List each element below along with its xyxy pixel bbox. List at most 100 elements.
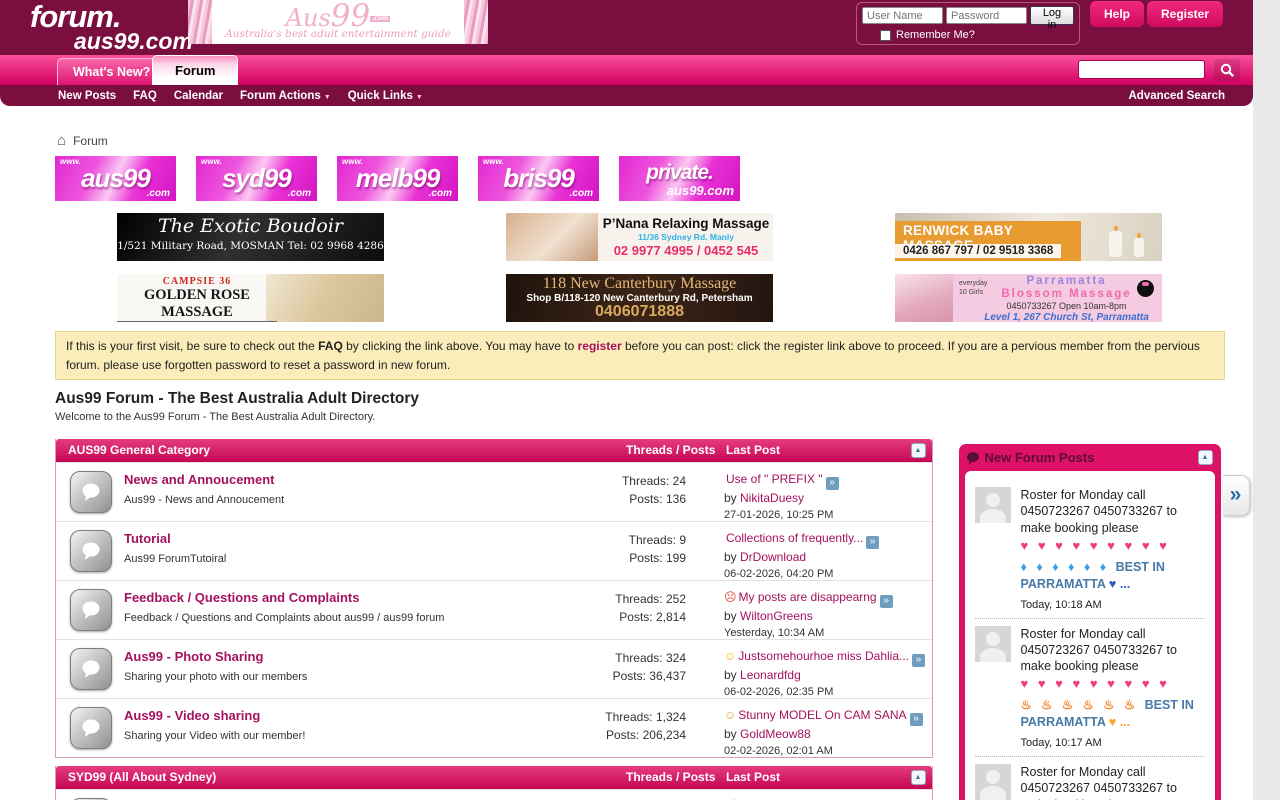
candle-graphic [1109, 231, 1122, 257]
register-button[interactable]: Register [1147, 1, 1223, 27]
faq-link[interactable]: FAQ [318, 339, 343, 353]
post-title-link[interactable]: Roster for Monday call 0450723267 045073… [1021, 764, 1205, 800]
ad-row-1: The Exotic Boudoir 1/521 Military Road, … [117, 213, 1253, 261]
goto-last-post-icon[interactable]: » [826, 477, 839, 490]
breadcrumb-forum-link[interactable]: Forum [73, 134, 108, 148]
collapse-category-button[interactable]: ▲ [911, 443, 926, 458]
nav-faq[interactable]: FAQ [133, 90, 157, 102]
last-post-title-link[interactable]: Justsomehourhoe miss Dahlia... [738, 649, 909, 663]
ad-golden-rose-massage[interactable]: CAMPSIE 36 GOLDEN ROSE MASSAGE 36 NORTH … [117, 274, 384, 322]
header-banner-ad[interactable]: Aus99.com Australia's best adult enterta… [188, 0, 488, 44]
login-button[interactable]: Log in [1030, 6, 1074, 25]
forum-link[interactable]: News and Annoucement [124, 472, 274, 487]
collapse-category-button[interactable]: ▲ [911, 770, 926, 785]
last-post-user-link[interactable]: DrDownload [740, 550, 806, 564]
last-post-title-link[interactable]: My posts are disappearng [739, 590, 877, 604]
forum-description: Sharing your Video with our member! [124, 730, 554, 742]
forum-link[interactable]: Aus99 - Photo Sharing [124, 649, 263, 664]
collapse-widget-button[interactable]: ▲ [1198, 450, 1213, 465]
register-link[interactable]: register [578, 339, 622, 353]
nav-new-posts[interactable]: New Posts [58, 90, 116, 102]
post-title-link[interactable]: Roster for Monday call 0450723267 045073… [1021, 487, 1205, 536]
nav-calendar[interactable]: Calendar [174, 90, 223, 102]
hearts-icons: ♥ ♥ ♥ ♥ ♥ ♥ ♥ ♥ ♥ [1021, 538, 1205, 553]
search-input[interactable] [1078, 60, 1205, 79]
ad-exotic-boudoir[interactable]: The Exotic Boudoir 1/521 Military Road, … [117, 213, 384, 261]
site-banner-row: www. aus99 .com www. syd99 .com www. mel… [55, 156, 1253, 201]
remember-me-checkbox[interactable] [880, 30, 891, 41]
ad-row-2: CAMPSIE 36 GOLDEN ROSE MASSAGE 36 NORTH … [117, 274, 1253, 322]
banner-melb99[interactable]: www. melb99 .com [337, 156, 458, 201]
forum-link[interactable]: Tutorial [124, 531, 171, 546]
breadcrumb: ⌂ Forum [57, 132, 1253, 149]
goto-last-post-icon[interactable]: » [912, 654, 925, 667]
forum-row-video-sharing: Aus99 - Video sharing Sharing your Video … [56, 698, 932, 757]
category-header: SYD99 (All About Sydney) Threads / Posts… [56, 766, 932, 789]
search-icon [1220, 63, 1235, 78]
last-post-title-link[interactable]: Collections of frequently... [726, 531, 863, 545]
nav-quick-links[interactable]: Quick Links▼ [348, 90, 423, 102]
forum-stats: Threads: 9Posts: 199 [556, 532, 686, 567]
post-time: Today, 10:18 AM [1021, 599, 1205, 611]
last-post-user-link[interactable]: WiltonGreens [740, 609, 813, 623]
widget-body: Roster for Monday call 0450723267 045073… [965, 471, 1215, 800]
sub-nav: New Posts FAQ Calendar Forum Actions▼ Qu… [0, 85, 1253, 106]
ad-pnana-massage[interactable]: P’Nana Relaxing Massage 11/36 Sydney Rd.… [506, 213, 773, 261]
post-title-link[interactable]: Roster for Monday call 0450723267 045073… [1021, 626, 1205, 675]
last-post-user-link[interactable]: Leonardfdg [740, 668, 801, 682]
ad-photo [506, 213, 598, 261]
column-last-post: Last Post [726, 439, 780, 462]
forum-stats: Threads: 24Posts: 136 [556, 473, 686, 508]
goto-last-post-icon[interactable]: » [880, 595, 893, 608]
banner-private-aus99[interactable]: private. aus99.com [619, 156, 740, 201]
banner-syd99[interactable]: www. syd99 .com [196, 156, 317, 201]
nav-bar: What's New? Forum [0, 55, 1253, 85]
chevron-down-icon: ▼ [324, 94, 331, 101]
first-visit-notice: If this is your first visit, be sure to … [55, 331, 1225, 380]
avatar[interactable] [975, 764, 1011, 800]
goto-last-post-icon[interactable]: » [910, 713, 923, 726]
goto-last-post-icon[interactable]: » [866, 536, 879, 549]
page: forum. aus99.com Aus99.com Australia's b… [0, 0, 1253, 800]
password-field[interactable] [946, 7, 1027, 24]
tab-forum[interactable]: Forum [152, 55, 238, 85]
forum-status-icon [70, 589, 112, 631]
forum-link[interactable]: Aus99 - Video sharing [124, 708, 260, 723]
sidebar-toggle-button[interactable]: » [1223, 475, 1250, 516]
last-post-user-link[interactable]: GoldMeow88 [740, 727, 811, 741]
ad-blossom-massage[interactable]: everyday10 Girls Parramatta Blossom Mass… [895, 274, 1162, 322]
home-icon[interactable]: ⌂ [57, 132, 66, 149]
search-button[interactable] [1214, 59, 1240, 81]
category-title: AUS99 General Category [68, 443, 210, 457]
banner-aus99[interactable]: www. aus99 .com [55, 156, 176, 201]
banner-tagline: Australia's best adult entertainment gui… [188, 28, 488, 40]
ad-canterbury-massage[interactable]: 118 New Canterbury Massage Shop B/118-12… [506, 274, 773, 322]
advanced-search-link[interactable]: Advanced Search [1128, 90, 1225, 102]
smiley-face-icon: ☺ [724, 649, 736, 663]
forum-row-news: News and AnnoucementAus99 - News and Ann… [56, 462, 932, 521]
forum-link[interactable]: Feedback / Questions and Complaints [124, 590, 360, 605]
page-title: Aus99 Forum - The Best Australia Adult D… [55, 390, 1253, 408]
category-syd99: SYD99 (All About Sydney) Threads / Posts… [55, 766, 933, 800]
last-post-user-link[interactable]: NikitaDuesy [740, 491, 804, 505]
heart-icon: ♥ ... [1109, 577, 1130, 591]
widget-title: New Forum Posts [985, 450, 1095, 465]
last-post-title-link[interactable]: Stunny MODEL On CAM SANA [738, 708, 906, 722]
banner-bris99[interactable]: www. bris99 .com [478, 156, 599, 201]
ad-renwick-massage[interactable]: RENWICK BABY MASSAGE RENWICK ST LEICHHAR… [895, 213, 1162, 261]
forum-stats: Threads: 324Posts: 36,437 [556, 650, 686, 685]
forum-row-feedback: Feedback / Questions and ComplaintsFeedb… [56, 580, 932, 639]
avatar[interactable] [975, 487, 1011, 523]
last-post-cell: ☺Stunny MODEL On CAM SANA» by GoldMeow88… [724, 707, 932, 759]
avatar[interactable] [975, 626, 1011, 662]
help-button[interactable]: Help [1090, 1, 1144, 27]
forum-stats: Threads: 252Posts: 2,814 [556, 591, 686, 626]
nav-forum-actions[interactable]: Forum Actions▼ [240, 90, 331, 102]
site-logo[interactable]: forum. aus99.com [30, 1, 193, 53]
banner-com-badge: .com [370, 16, 390, 22]
forum-row-sydney-shop-girl-info: Sydney - Shop and Girl InfoTalk about Sy… [56, 789, 932, 800]
tab-whats-new[interactable]: What's New? [57, 58, 166, 85]
main-content: AUS99 General Category Threads / Posts L… [55, 439, 1253, 800]
last-post-title-link[interactable]: Use of " PREFIX " [726, 472, 823, 486]
username-field[interactable] [862, 7, 943, 24]
